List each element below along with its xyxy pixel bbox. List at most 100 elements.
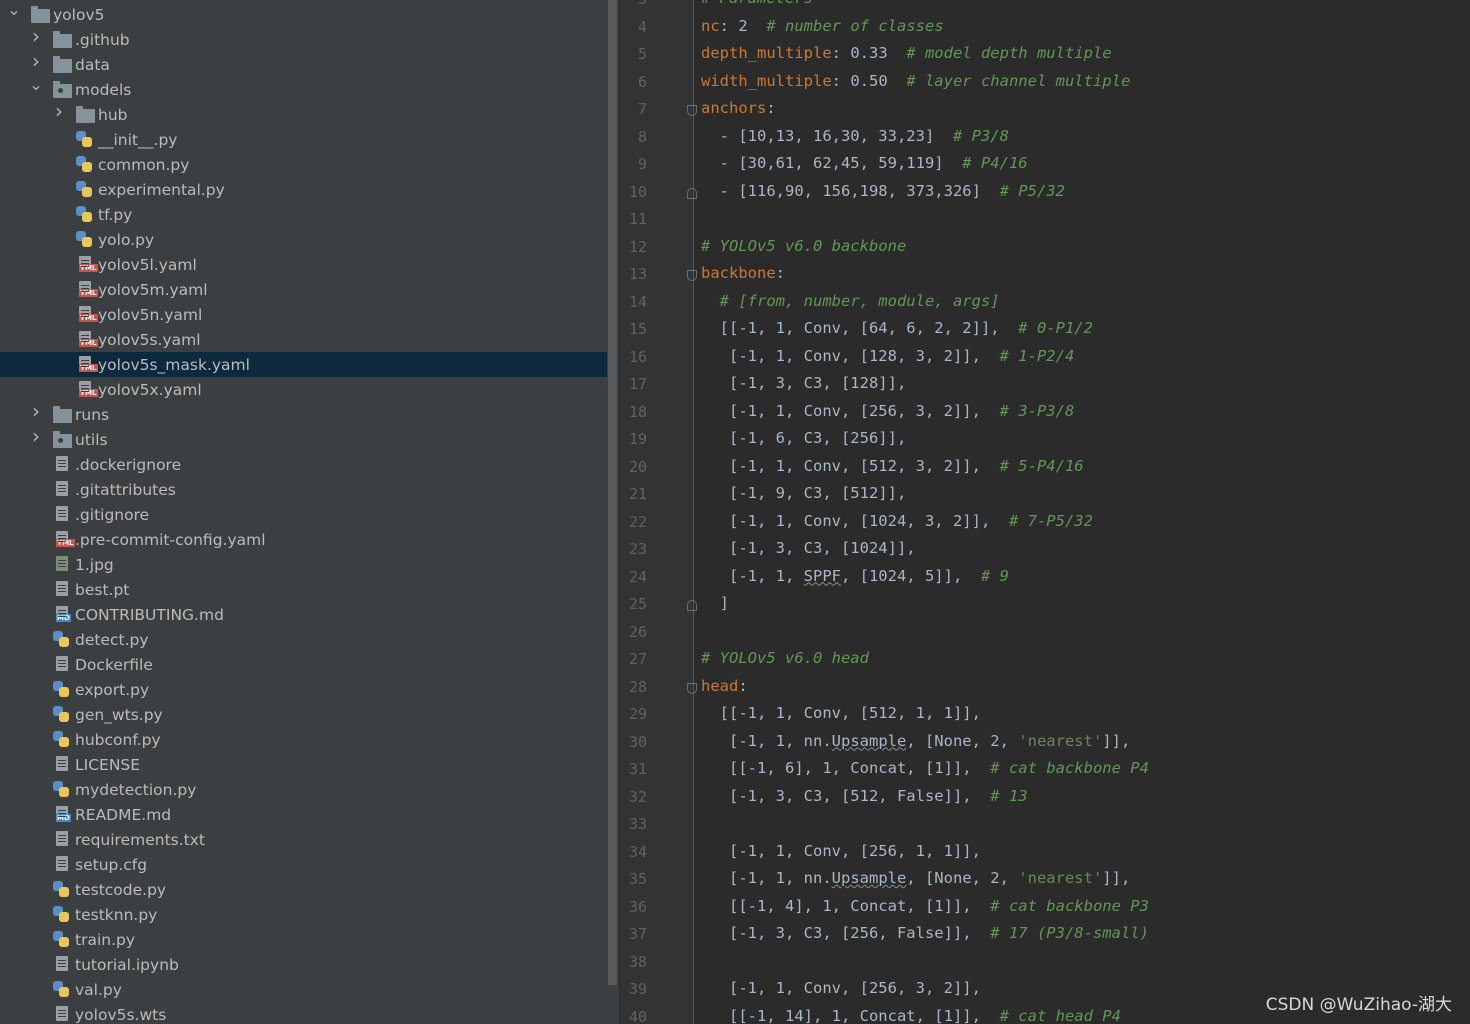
tree-item[interactable]: ⌄ models <box>0 77 607 102</box>
code-line[interactable]: head: <box>701 677 748 695</box>
code-line[interactable]: [-1, 1, Conv, [512, 3, 2]], # 5-P4/16 <box>701 457 1084 475</box>
code-line[interactable]: [-1, 9, C3, [512]], <box>701 484 906 502</box>
tree-item[interactable]: yolov5s.wts <box>0 1002 607 1024</box>
code-token: [[-1, 4], 1, Concat, [1]], <box>701 896 991 915</box>
line-number: 8 <box>637 127 647 146</box>
code-line[interactable]: - [116,90, 156,198, 373,326] # P5/32 <box>701 182 1065 200</box>
tree-item[interactable]: tutorial.ipynb <box>0 952 607 977</box>
tree-item[interactable]: mydetection.py <box>0 777 607 802</box>
code-line[interactable]: # YOLOv5 v6.0 head <box>701 649 869 667</box>
code-line[interactable]: [-1, 1, SPPF, [1024, 5]], # 9 <box>701 567 1009 585</box>
tree-item[interactable]: › hub <box>0 101 607 127</box>
tree-item[interactable]: .dockerignore <box>0 452 607 477</box>
fold-end-icon[interactable] <box>687 187 697 199</box>
tree-item[interactable]: › utils <box>0 426 607 452</box>
tree-item[interactable]: best.pt <box>0 577 607 602</box>
tree-item[interactable]: YML yolov5n.yaml <box>0 302 607 327</box>
tree-item[interactable]: hubconf.py <box>0 727 607 752</box>
tree-item[interactable]: export.py <box>0 677 607 702</box>
folder-icon <box>53 406 72 423</box>
chevron-right-icon[interactable]: › <box>29 26 43 46</box>
code-line[interactable]: # Parameters <box>701 0 813 7</box>
tree-item[interactable]: common.py <box>0 152 607 177</box>
code-line[interactable]: [-1, 1, Conv, [1024, 3, 2]], # 7-P5/32 <box>701 512 1093 530</box>
code-line[interactable]: [-1, 1, Conv, [256, 3, 2]], # 3-P3/8 <box>701 402 1074 420</box>
code-line[interactable]: [-1, 3, C3, [256, False]], # 17 (P3/8-sm… <box>701 924 1149 942</box>
code-line[interactable]: [[-1, 1, Conv, [512, 1, 1]], <box>701 704 981 722</box>
code-line[interactable]: [-1, 1, Conv, [256, 3, 2]], <box>701 979 981 997</box>
code-line[interactable]: [[-1, 4], 1, Concat, [1]], # cat backbon… <box>701 897 1149 915</box>
tree-item[interactable]: Dockerfile <box>0 652 607 677</box>
tree-item[interactable]: MD CONTRIBUTING.md <box>0 602 607 627</box>
tree-item[interactable]: __init__.py <box>0 127 607 152</box>
code-line[interactable]: [-1, 1, nn.Upsample, [None, 2, 'nearest'… <box>701 732 1130 750</box>
tree-item[interactable]: .gitignore <box>0 502 607 527</box>
tree-item[interactable]: gen_wts.py <box>0 702 607 727</box>
tree-item-label: yolov5s.yaml <box>98 330 201 349</box>
tree-item[interactable]: ⌄ yolov5 <box>0 2 607 27</box>
fold-start-icon[interactable] <box>687 105 697 116</box>
tree-item[interactable]: › data <box>0 51 607 77</box>
code-line[interactable]: # YOLOv5 v6.0 backbone <box>701 237 906 255</box>
chevron-down-icon[interactable]: ⌄ <box>29 77 43 93</box>
code-line[interactable]: - [30,61, 62,45, 59,119] # P4/16 <box>701 154 1028 172</box>
tree-item[interactable]: val.py <box>0 977 607 1002</box>
tree-item[interactable]: YML yolov5l.yaml <box>0 252 607 277</box>
tree-item[interactable]: yolo.py <box>0 227 607 252</box>
code-line[interactable]: [-1, 1, Conv, [128, 3, 2]], # 1-P2/4 <box>701 347 1074 365</box>
tree-item[interactable]: YML yolov5x.yaml <box>0 377 607 402</box>
tree-item[interactable]: 1.jpg <box>0 552 607 577</box>
chevron-right-icon[interactable]: › <box>29 426 43 446</box>
code-line[interactable]: width_multiple: 0.50 # layer channel mul… <box>701 72 1130 90</box>
code-line[interactable]: [-1, 1, Conv, [256, 1, 1]], <box>701 842 981 860</box>
tree-item[interactable]: detect.py <box>0 627 607 652</box>
code-line[interactable]: # [from, number, module, args] <box>701 292 1000 310</box>
tree-item[interactable]: testknn.py <box>0 902 607 927</box>
fold-end-icon[interactable] <box>687 600 697 611</box>
tree-item[interactable]: YML .pre-commit-config.yaml <box>0 527 607 552</box>
code-line[interactable]: anchors: <box>701 99 776 117</box>
tree-item[interactable]: testcode.py <box>0 877 607 902</box>
tree-item[interactable]: YML yolov5s_mask.yaml <box>0 352 607 377</box>
tree-item[interactable]: .gitattributes <box>0 477 607 502</box>
tree-item[interactable]: setup.cfg <box>0 852 607 877</box>
code-line[interactable]: ] <box>701 594 729 612</box>
code-line[interactable]: [-1, 3, C3, [512, False]], # 13 <box>701 787 1028 805</box>
tree-item[interactable]: LICENSE <box>0 752 607 777</box>
tree-item[interactable]: › .github <box>0 26 607 52</box>
code-line[interactable]: nc: 2 # number of classes <box>701 17 944 35</box>
code-line[interactable]: [[-1, 14], 1, Concat, [1]], # cat head P… <box>701 1007 1121 1024</box>
tree-item[interactable]: MD README.md <box>0 802 607 827</box>
tree-item[interactable]: tf.py <box>0 202 607 227</box>
code-line[interactable]: backbone: <box>701 264 785 282</box>
tree-item[interactable]: › runs <box>0 401 607 427</box>
project-tree-scrollbar[interactable] <box>607 0 619 1024</box>
chevron-right-icon[interactable]: › <box>29 401 43 421</box>
line-number: 9 <box>637 155 647 173</box>
fold-start-icon[interactable] <box>687 270 697 281</box>
code-line[interactable]: [-1, 6, C3, [256]], <box>701 429 906 447</box>
tree-item[interactable]: YML yolov5s.yaml <box>0 327 607 352</box>
code-line[interactable]: - [10,13, 16,30, 33,23] # P3/8 <box>701 127 1009 145</box>
code-token: : <box>775 264 785 282</box>
code-line[interactable]: [-1, 3, C3, [128]], <box>701 374 906 392</box>
code-line[interactable]: [[-1, 6], 1, Concat, [1]], # cat backbon… <box>701 759 1149 777</box>
fold-start-icon[interactable] <box>687 682 697 694</box>
code-editor[interactable]: 3456789101112131415161718192021222324252… <box>620 0 1470 1024</box>
tree-item[interactable]: YML yolov5m.yaml <box>0 277 607 302</box>
scrollbar-thumb[interactable] <box>608 0 617 985</box>
code-line[interactable]: [-1, 3, C3, [1024]], <box>701 539 916 557</box>
tree-item[interactable]: requirements.txt <box>0 827 607 852</box>
chevron-right-icon[interactable]: › <box>29 51 43 71</box>
tree-item[interactable]: train.py <box>0 927 607 952</box>
tree-item-label: data <box>75 55 110 74</box>
code-line[interactable]: [[-1, 1, Conv, [64, 6, 2, 2]], # 0-P1/2 <box>701 319 1093 337</box>
tree-item[interactable]: experimental.py <box>0 177 607 202</box>
code-comment: # cat backbone P4 <box>990 759 1149 777</box>
code-line[interactable]: depth_multiple: 0.33 # model depth multi… <box>701 44 1112 62</box>
yaml-file-icon: YML <box>79 256 98 272</box>
code-line[interactable]: [-1, 1, nn.Upsample, [None, 2, 'nearest'… <box>701 869 1130 887</box>
chevron-right-icon[interactable]: › <box>52 101 66 121</box>
chevron-down-icon[interactable]: ⌄ <box>7 2 21 18</box>
